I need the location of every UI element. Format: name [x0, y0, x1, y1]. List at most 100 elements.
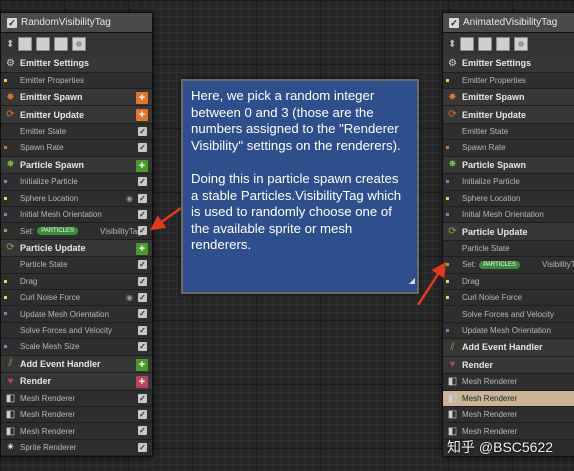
toolbar-button[interactable] — [54, 37, 69, 51]
add-module-button[interactable]: + — [136, 242, 148, 255]
module-enable-checkbox[interactable]: ✓ — [138, 260, 147, 270]
module-row[interactable]: Set:PARTICLES VisibilityTag — [443, 257, 574, 274]
module-section-header[interactable]: ⟳ Particle Update + — [1, 239, 152, 258]
module-row[interactable]: Drag ✓ — [1, 273, 152, 291]
module-section-header[interactable]: ✸ Particle Spawn — [443, 156, 574, 175]
module-row[interactable]: Update Mesh Orientation ✓ — [1, 306, 152, 323]
module-option-icon[interactable]: ◉ — [126, 293, 133, 302]
module-row[interactable]: Scale Mesh Size ✓ — [1, 339, 152, 356]
module-row[interactable]: ◧ Mesh Renderer ✓ — [1, 390, 152, 407]
module-enable-checkbox[interactable]: ✓ — [138, 226, 147, 236]
module-enable-checkbox[interactable]: ✓ — [138, 409, 147, 419]
module-enable-checkbox[interactable]: ✓ — [138, 342, 147, 352]
module-row[interactable]: ◧ Mesh Renderer ✓ — [1, 423, 152, 440]
module-label: Mesh Renderer — [20, 393, 76, 403]
add-module-button[interactable]: + — [136, 91, 148, 104]
module-row[interactable]: ✷ Sprite Renderer ✓ — [1, 439, 152, 456]
module-row[interactable]: Solve Forces and Velocity ✓ — [1, 322, 152, 340]
module-enable-checkbox[interactable]: ✓ — [138, 325, 147, 335]
particle-spawn-icon: ✸ — [448, 159, 457, 171]
module-enable-checkbox[interactable]: ✓ — [138, 193, 147, 203]
module-label: Mesh Renderer — [462, 377, 518, 387]
module-row[interactable]: Particle State ✓ — [1, 257, 152, 274]
module-label: Add Event Handler — [20, 358, 101, 369]
module-section-header[interactable]: ♥ Render + — [1, 373, 152, 391]
module-section-header[interactable]: ✸ Emitter Spawn + — [1, 88, 152, 107]
emitter-node-left[interactable]: ✓ RandomVisibilityTag ⬍ ⚙ Emitter Setting… — [0, 12, 153, 457]
module-row[interactable]: Emitter State ✓ — [1, 123, 152, 141]
module-label: Emitter Settings — [462, 58, 532, 69]
module-enable-checkbox[interactable]: ✓ — [138, 209, 147, 219]
toolbar-button[interactable] — [36, 37, 51, 51]
module-label: Mesh Renderer — [462, 410, 518, 420]
add-module-button[interactable]: + — [136, 376, 148, 389]
module-row[interactable]: Emitter State — [443, 123, 574, 141]
pin-icon[interactable]: ⬍ — [448, 39, 456, 50]
module-row[interactable]: Spawn Rate — [443, 140, 574, 157]
module-enable-checkbox[interactable]: ✓ — [138, 276, 147, 286]
emitter-header[interactable]: ✓ AnimatedVisibilityTag — [443, 13, 574, 33]
toolbar-button[interactable] — [72, 37, 87, 51]
module-section-header[interactable]: ⫽ Add Event Handler — [443, 339, 574, 357]
renderer-icon: ◧ — [447, 409, 458, 421]
module-row[interactable]: Initial Mesh Orientation — [443, 206, 574, 224]
emitter-header[interactable]: ✓ RandomVisibilityTag — [1, 13, 152, 33]
module-enable-checkbox[interactable]: ✓ — [138, 143, 147, 153]
module-enable-checkbox[interactable]: ✓ — [138, 293, 147, 303]
module-row[interactable]: ◧ Mesh Renderer — [443, 390, 574, 407]
module-row[interactable]: Set: PARTICLES VisibilityTag ✓ — [1, 223, 152, 240]
module-row[interactable]: Sphere Location — [443, 190, 574, 207]
module-row[interactable]: Spawn Rate ✓ — [1, 140, 152, 157]
add-module-button[interactable]: + — [136, 109, 148, 122]
module-section-header[interactable]: ⟳ Emitter Update — [443, 106, 574, 124]
module-row[interactable]: Emitter Properties — [443, 72, 574, 89]
comment-box[interactable]: Here, we pick a random integer between 0… — [181, 79, 419, 294]
module-row[interactable]: Solve Forces and Velocity — [443, 306, 574, 323]
module-row[interactable]: Sphere Location ◉ ✓ — [1, 190, 152, 207]
module-row[interactable]: Initial Mesh Orientation ✓ — [1, 206, 152, 224]
module-row[interactable]: Initialize Particle ✓ — [1, 174, 152, 191]
module-section-header[interactable]: ⟳ Particle Update — [443, 223, 574, 241]
module-row[interactable]: Curl Noise Force ◉ ✓ — [1, 290, 152, 307]
toolbar-button[interactable] — [460, 37, 475, 51]
module-row[interactable]: ◧ Mesh Renderer ✓ — [1, 406, 152, 424]
renderer-icon: ✷ — [6, 441, 15, 453]
toolbar-button[interactable] — [18, 37, 33, 51]
module-row[interactable]: Drag — [443, 273, 574, 291]
module-option-icon[interactable]: ◉ — [126, 194, 133, 203]
resize-handle-icon[interactable]: ◢ — [409, 273, 415, 290]
module-enable-checkbox[interactable]: ✓ — [138, 309, 147, 319]
toolbar-button[interactable] — [496, 37, 511, 51]
toolbar-button[interactable] — [478, 37, 493, 51]
module-row[interactable]: Curl Noise Force — [443, 290, 574, 307]
module-row[interactable]: Update Mesh Orientation — [443, 322, 574, 340]
module-section-header[interactable]: ⟳ Emitter Update + — [1, 106, 152, 124]
pin-icon[interactable]: ⬍ — [6, 39, 14, 50]
module-enable-checkbox[interactable]: ✓ — [138, 177, 147, 187]
module-row[interactable]: Emitter Properties — [1, 72, 152, 89]
arrow-to-right-set-module — [416, 261, 447, 306]
event-handler-icon: ⫽ — [450, 341, 455, 353]
module-row[interactable]: Particle State — [443, 240, 574, 258]
module-section-header[interactable]: ⚙ Emitter Settings — [1, 55, 152, 73]
module-enable-checkbox[interactable]: ✓ — [138, 426, 147, 436]
module-row[interactable]: ◧ Mesh Renderer — [443, 374, 574, 391]
module-section-header[interactable]: ✸ Emitter Spawn — [443, 88, 574, 107]
add-module-button[interactable]: + — [136, 358, 148, 371]
module-section-header[interactable]: ⫽ Add Event Handler + — [1, 355, 152, 374]
spawn-icon: ✸ — [448, 91, 457, 103]
emitter-node-right[interactable]: ✓ AnimatedVisibilityTag ⬍ ⚙ Emitter Setti… — [442, 12, 574, 457]
module-enable-checkbox[interactable]: ✓ — [138, 126, 147, 136]
namespace-pill: PARTICLES — [479, 260, 521, 269]
emitter-enable-checkbox[interactable]: ✓ — [7, 17, 17, 28]
add-module-button[interactable]: + — [136, 159, 148, 172]
module-enable-checkbox[interactable]: ✓ — [138, 393, 147, 403]
module-enable-checkbox[interactable]: ✓ — [138, 442, 147, 452]
module-row[interactable]: Initialize Particle — [443, 174, 574, 191]
module-row[interactable]: ◧ Mesh Renderer — [443, 406, 574, 424]
module-section-header[interactable]: ♥ Render — [443, 356, 574, 375]
module-section-header[interactable]: ⚙ Emitter Settings — [443, 55, 574, 73]
module-section-header[interactable]: ✸ Particle Spawn + — [1, 156, 152, 175]
emitter-enable-checkbox[interactable]: ✓ — [449, 17, 459, 28]
toolbar-button[interactable] — [514, 37, 529, 51]
